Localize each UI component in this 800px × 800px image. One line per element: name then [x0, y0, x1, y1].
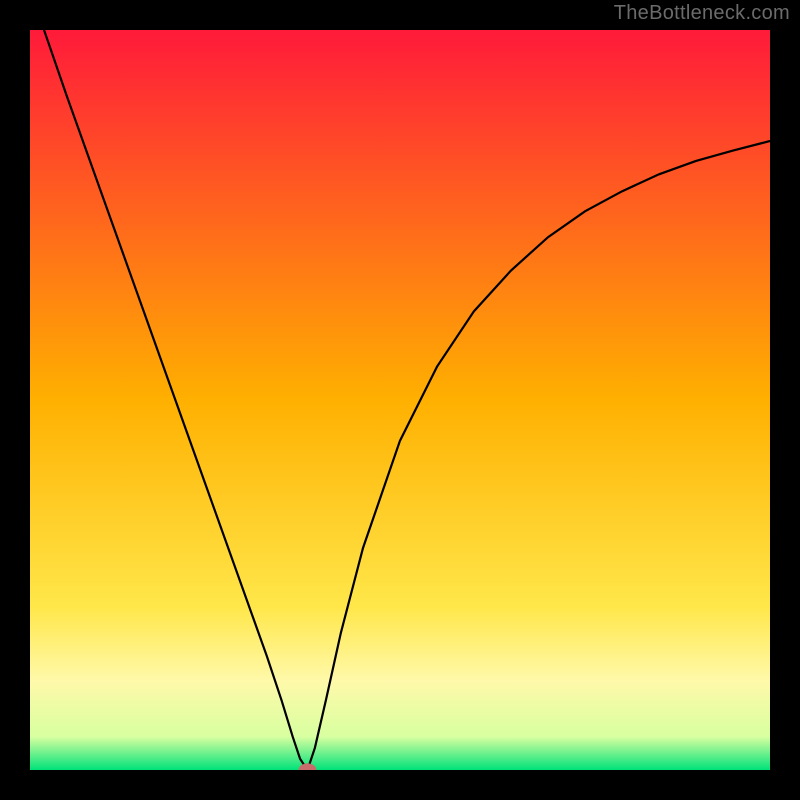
watermark-text: TheBottleneck.com	[614, 2, 790, 25]
chart-frame: TheBottleneck.com	[0, 0, 800, 800]
gradient-background	[30, 30, 770, 770]
plot-area	[30, 30, 770, 770]
bottleneck-chart	[30, 30, 770, 770]
